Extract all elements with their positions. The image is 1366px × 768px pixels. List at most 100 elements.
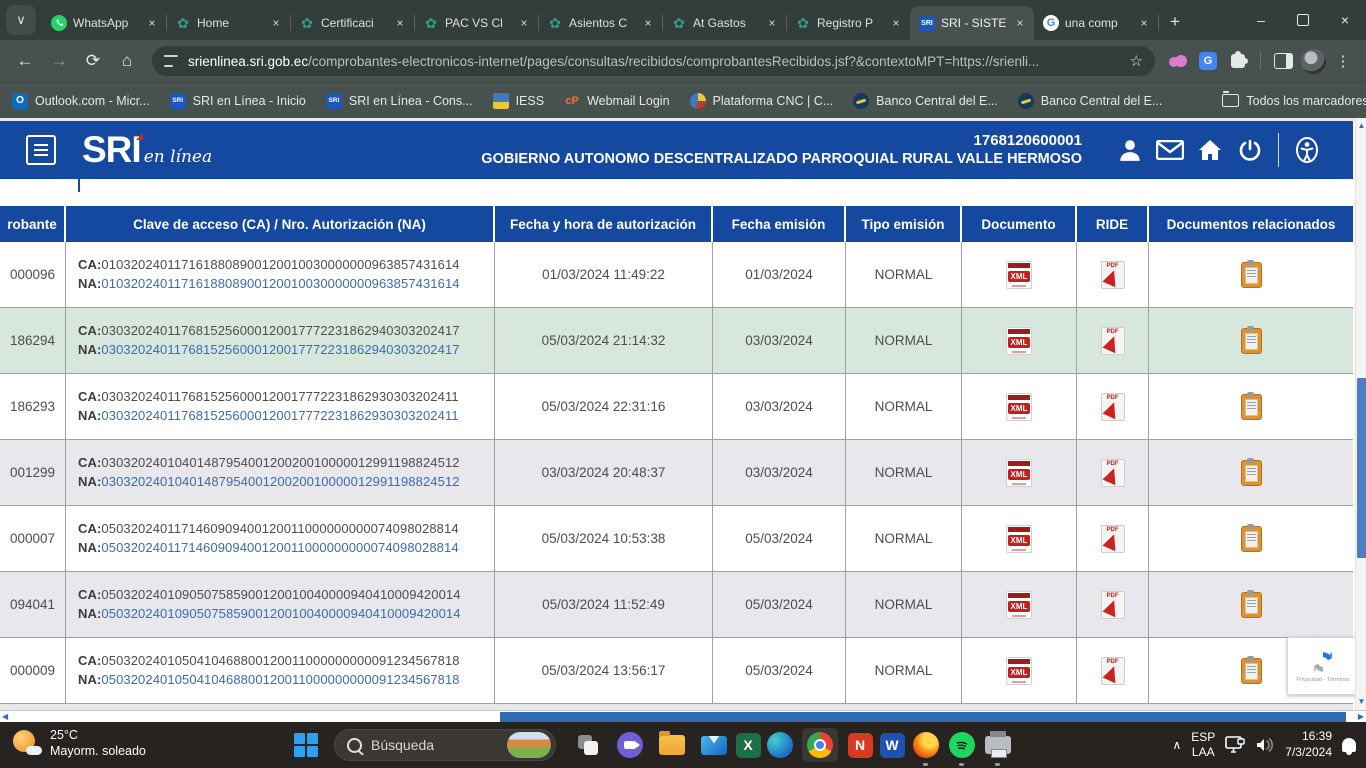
- remote-display-icon[interactable]: [1225, 736, 1245, 754]
- word-app-button[interactable]: W: [878, 731, 906, 759]
- col-clave-acceso[interactable]: Clave de acceso (CA) / Nro. Autorización…: [66, 206, 495, 242]
- start-button[interactable]: [292, 731, 320, 759]
- firefox-app-button[interactable]: [912, 731, 940, 759]
- ride-pdf-icon[interactable]: PDF: [1101, 525, 1125, 553]
- scroll-right-icon[interactable]: ▶: [1358, 712, 1364, 722]
- tab-home[interactable]: ✿ Home ×: [166, 6, 290, 40]
- xml-document-icon[interactable]: XML: [1006, 591, 1032, 619]
- tab-sri-active[interactable]: SRI SRI - SISTE ×: [910, 6, 1034, 40]
- scroll-left-icon[interactable]: ◀: [2, 712, 8, 722]
- ride-pdf-icon[interactable]: PDF: [1101, 459, 1125, 487]
- reload-button[interactable]: ⟳: [78, 46, 108, 76]
- xml-document-icon[interactable]: XML: [1006, 657, 1032, 685]
- close-icon[interactable]: ×: [1136, 15, 1152, 31]
- col-fecha-autorizacion[interactable]: Fecha y hora de autorización: [495, 206, 713, 242]
- close-icon[interactable]: ×: [764, 15, 780, 31]
- bookmark-bce-1[interactable]: Banco Central del E...: [853, 93, 998, 109]
- chat-button[interactable]: [616, 731, 644, 759]
- extensions-puzzle-icon[interactable]: [1225, 48, 1251, 74]
- task-view-button[interactable]: [574, 731, 602, 759]
- clock-widget[interactable]: 16:39 7/3/2024: [1285, 729, 1332, 760]
- accessibility-button[interactable]: [1287, 136, 1327, 164]
- col-fecha-emision[interactable]: Fecha emisión: [713, 206, 846, 242]
- browser-menu-icon[interactable]: ⋮: [1330, 48, 1356, 74]
- tab-google-search[interactable]: G una comp ×: [1034, 6, 1158, 40]
- logout-power-button[interactable]: [1230, 138, 1270, 162]
- minimize-button[interactable]: –: [1240, 0, 1282, 40]
- tab-asientos[interactable]: ✿ Asientos C ×: [538, 6, 662, 40]
- scroll-up-icon[interactable]: ▲: [1356, 121, 1366, 131]
- tab-pac-vs[interactable]: ✿ PAC VS Cl ×: [414, 6, 538, 40]
- scroll-down-icon[interactable]: ▼: [1356, 697, 1366, 707]
- close-icon[interactable]: ×: [1012, 15, 1028, 31]
- translate-extension-icon[interactable]: G: [1195, 48, 1221, 74]
- bookmark-cnc[interactable]: Plataforma CNC | C...: [690, 93, 834, 109]
- taskbar-search[interactable]: Búsqueda: [334, 729, 556, 761]
- side-panel-icon[interactable]: [1270, 48, 1296, 74]
- ride-pdf-icon[interactable]: PDF: [1101, 261, 1125, 289]
- na-link[interactable]: 0303202401176815256000120017772231862940…: [101, 342, 459, 357]
- ride-pdf-icon[interactable]: PDF: [1101, 591, 1125, 619]
- site-info-icon[interactable]: [164, 55, 180, 67]
- pdf-app-button[interactable]: N: [846, 731, 874, 759]
- home-button[interactable]: ⌂: [112, 46, 142, 76]
- messages-button[interactable]: [1150, 140, 1190, 160]
- na-link[interactable]: 0503202401050410468800120011000000000091…: [101, 672, 459, 687]
- close-window-button[interactable]: ×: [1324, 0, 1366, 40]
- chrome-app-button-active[interactable]: [802, 728, 838, 762]
- vertical-scroll-thumb[interactable]: [1357, 378, 1366, 558]
- related-documents-icon[interactable]: [1241, 394, 1262, 420]
- back-button[interactable]: ←: [10, 46, 40, 76]
- close-icon[interactable]: ×: [888, 15, 904, 31]
- bookmark-star-icon[interactable]: ☆: [1130, 52, 1143, 70]
- spotify-app-button[interactable]: [948, 731, 976, 759]
- tab-at-gastos[interactable]: ✿ At Gastos ×: [662, 6, 786, 40]
- weather-extension-icon[interactable]: [1165, 48, 1191, 74]
- address-bar[interactable]: srienlinea.sri.gob.ec/comprobantes-elect…: [152, 46, 1155, 76]
- xml-document-icon[interactable]: XML: [1006, 525, 1032, 553]
- xml-document-icon[interactable]: XML: [1006, 261, 1032, 289]
- bookmark-bce-2[interactable]: Banco Central del E...: [1018, 93, 1163, 109]
- user-profile-button[interactable]: [1110, 137, 1150, 163]
- xml-document-icon[interactable]: XML: [1006, 327, 1032, 355]
- volume-icon[interactable]: [1255, 737, 1275, 753]
- na-link[interactable]: 0303202401176815256000120017772231862930…: [101, 408, 458, 423]
- ride-pdf-icon[interactable]: PDF: [1101, 657, 1125, 685]
- forward-button[interactable]: →: [44, 46, 74, 76]
- profile-avatar[interactable]: [1300, 48, 1326, 74]
- tab-registro[interactable]: ✿ Registro P ×: [786, 6, 910, 40]
- related-documents-icon[interactable]: [1241, 658, 1262, 684]
- horizontal-scrollbar[interactable]: ◀ ▶: [0, 710, 1366, 722]
- related-documents-icon[interactable]: [1241, 328, 1262, 354]
- related-documents-icon[interactable]: [1241, 460, 1262, 486]
- bookmark-outlook[interactable]: O Outlook.com - Micr...: [12, 93, 150, 109]
- weather-widget[interactable]: 25°C Mayorm. soleado: [12, 727, 146, 760]
- recaptcha-badge[interactable]: Privacidad - Términos: [1287, 637, 1359, 695]
- new-tab-button[interactable]: +: [1162, 9, 1188, 35]
- bookmark-sri-inicio[interactable]: SRI SRI en Línea - Inicio: [170, 93, 306, 109]
- close-icon[interactable]: ×: [144, 15, 160, 31]
- col-comprobante[interactable]: robante: [0, 206, 66, 242]
- vertical-scrollbar[interactable]: ▲ ▼: [1355, 118, 1366, 710]
- close-icon[interactable]: ×: [640, 15, 656, 31]
- close-icon[interactable]: ×: [516, 15, 532, 31]
- mail-app-button[interactable]: [700, 731, 728, 759]
- notifications-bell-icon[interactable]: [1342, 738, 1356, 752]
- excel-app-button[interactable]: X: [734, 731, 762, 759]
- restore-button[interactable]: [1282, 0, 1324, 40]
- tab-search-button[interactable]: ∨: [6, 5, 36, 35]
- na-link[interactable]: 0503202401171460909400120011000000000074…: [101, 540, 458, 555]
- edge-app-button[interactable]: [766, 731, 794, 759]
- bookmark-iess[interactable]: IESS: [493, 93, 545, 109]
- printer-app-button[interactable]: [984, 731, 1012, 759]
- xml-document-icon[interactable]: XML: [1006, 393, 1032, 421]
- close-icon[interactable]: ×: [392, 15, 408, 31]
- col-ride[interactable]: RIDE: [1077, 206, 1149, 242]
- na-link[interactable]: 0103202401171618808900120010030000000963…: [101, 276, 459, 291]
- related-documents-icon[interactable]: [1241, 262, 1262, 288]
- related-documents-icon[interactable]: [1241, 526, 1262, 552]
- col-documento[interactable]: Documento: [962, 206, 1077, 242]
- language-indicator[interactable]: ESP LAA: [1191, 730, 1215, 760]
- tray-chevron-icon[interactable]: ∧: [1172, 738, 1181, 752]
- tab-certificados[interactable]: ✿ Certificaci ×: [290, 6, 414, 40]
